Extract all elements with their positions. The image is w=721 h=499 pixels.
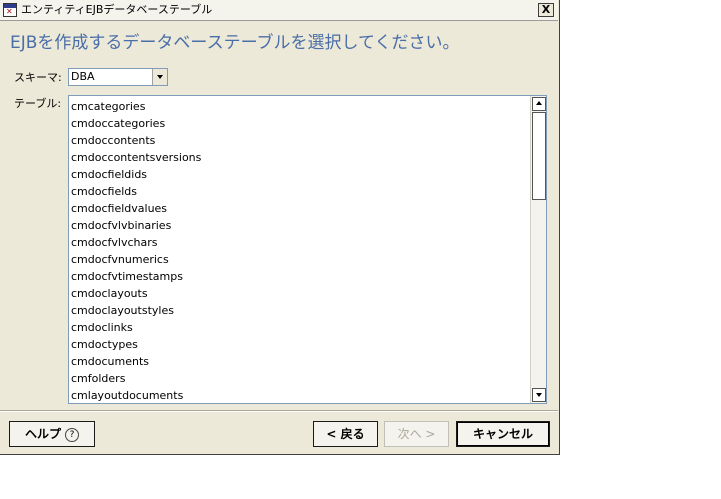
cancel-button[interactable]: キャンセル — [456, 421, 550, 447]
table-list-item[interactable]: cmdocfvnumerics — [69, 251, 529, 268]
help-button[interactable]: ヘルプ? — [9, 421, 95, 447]
next-button[interactable]: 次へ > — [384, 421, 449, 447]
table-list-item[interactable]: cmdoccontents — [69, 132, 529, 149]
help-icon: ? — [65, 427, 79, 442]
table-list-item[interactable]: cmdocfvlvbinaries — [69, 217, 529, 234]
arrow-up-icon — [536, 101, 542, 105]
table-list-item[interactable]: cmdocfvlvchars — [69, 234, 529, 251]
table-list-item[interactable]: cmdocfvtimestamps — [69, 268, 529, 285]
dropdown-button[interactable] — [152, 69, 167, 85]
table-list-item[interactable]: cmdocuments — [69, 353, 529, 370]
table-list-item[interactable]: cmdoclinks — [69, 319, 529, 336]
table-listbox[interactable]: cmcategories cmdoccategories cmdoccontents… — [68, 95, 547, 404]
chevron-down-icon — [157, 75, 163, 79]
schema-select[interactable]: DBA — [68, 68, 168, 86]
schema-label: スキーマ: — [14, 71, 62, 84]
table-list-item[interactable]: cmfolders — [69, 370, 529, 387]
table-list-item[interactable]: cmdoclayoutstyles — [69, 302, 529, 319]
table-list-item[interactable]: cmcategories — [69, 98, 529, 115]
footer-divider — [0, 410, 558, 412]
page-heading: EJBを作成するデータベーステーブルを選択してください。 — [10, 33, 460, 53]
scroll-up-button[interactable] — [532, 97, 546, 111]
table-list-item[interactable]: cmdocfieldvalues — [69, 200, 529, 217]
table-list-item[interactable]: cmdoctypes — [69, 336, 529, 353]
table-list-item[interactable]: cmdoccontentsversions — [69, 149, 529, 166]
table-list-item[interactable]: cmdoclayouts — [69, 285, 529, 302]
back-button[interactable]: < 戻る — [313, 421, 378, 447]
schema-value: DBA — [71, 70, 95, 83]
table-list-item[interactable]: cmdoccategories — [69, 115, 529, 132]
arrow-down-icon — [536, 393, 542, 397]
table-list: cmcategories cmdoccategories cmdoccontents… — [69, 98, 529, 403]
window-title: エンティティEJBデータベーステーブル — [21, 3, 213, 16]
scroll-down-button[interactable] — [532, 388, 546, 402]
vertical-scrollbar[interactable] — [530, 96, 546, 403]
table-list-item[interactable]: cmdocfieldids — [69, 166, 529, 183]
app-icon: ✕ — [3, 3, 17, 17]
table-label: テーブル: — [14, 97, 62, 110]
help-button-label: ヘルプ — [24, 427, 61, 441]
close-button[interactable]: X — [538, 3, 554, 17]
table-list-item[interactable]: cmlayoutdocuments — [69, 387, 529, 403]
scrollbar-thumb[interactable] — [532, 112, 546, 200]
dialog-window: ✕ エンティティEJBデータベーステーブル X EJBを作成するデータベーステー… — [0, 0, 560, 455]
table-list-item[interactable]: cmdocfields — [69, 183, 529, 200]
title-bar[interactable]: ✕ エンティティEJBデータベーステーブル X — [0, 0, 558, 21]
